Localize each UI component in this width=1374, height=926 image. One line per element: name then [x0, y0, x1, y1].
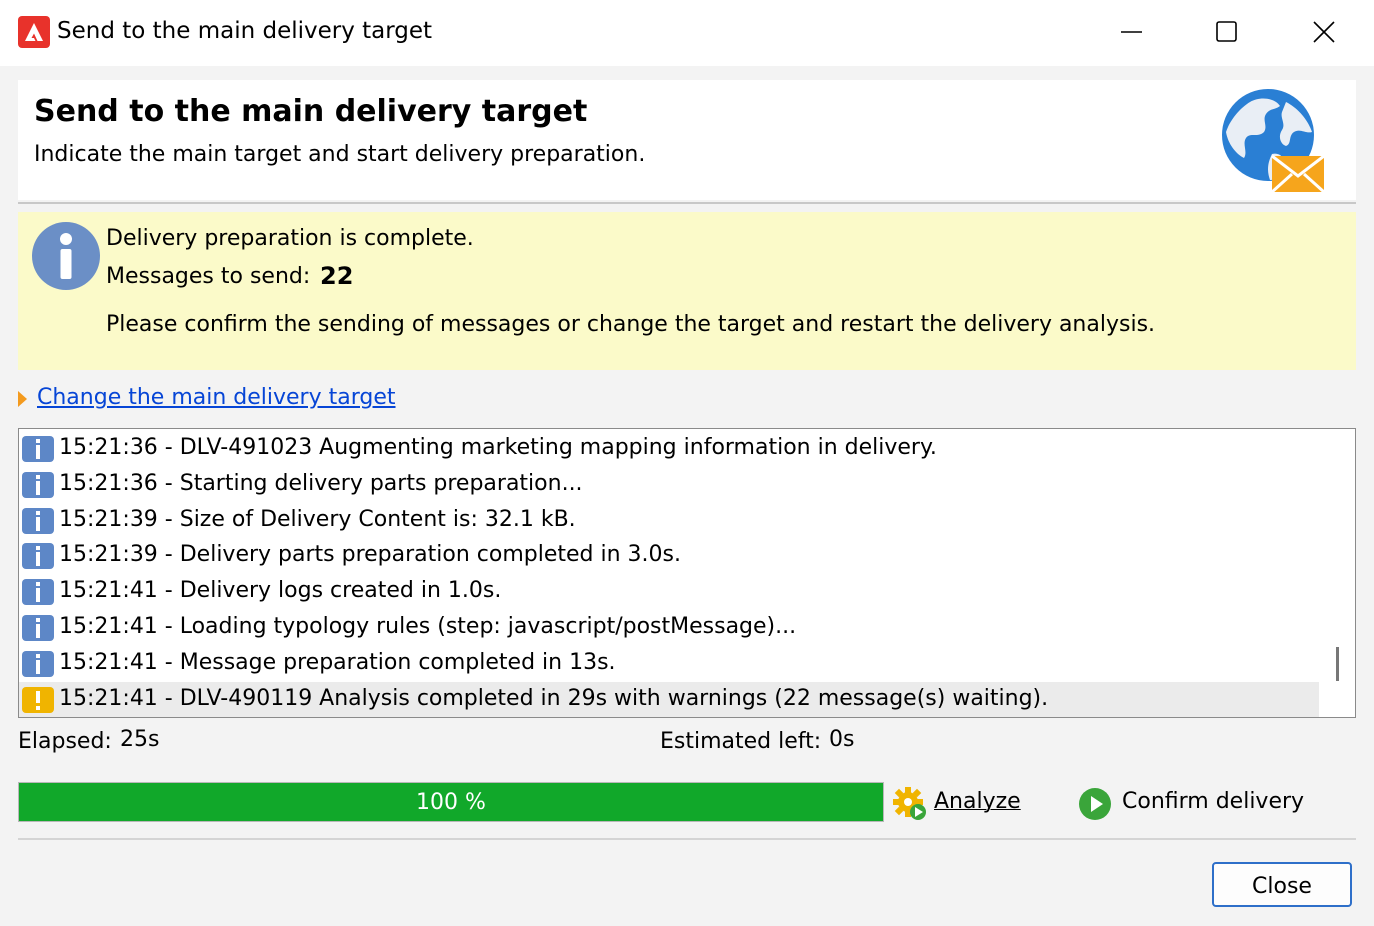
estimated-left-value: 0s — [829, 727, 855, 752]
log-text: 15:21:41 - DLV-490119 Analysis completed… — [59, 685, 1049, 711]
progress-label: 100 % — [416, 790, 486, 815]
minimize-icon — [1121, 31, 1142, 33]
analyze-label: Analyze — [934, 789, 1021, 814]
info-icon — [22, 471, 54, 498]
window-title: Send to the main delivery target — [57, 18, 433, 44]
change-target-link[interactable]: Change the main delivery target — [37, 385, 396, 410]
log-row[interactable]: 15:21:41 - Loading typology rules (step:… — [19, 610, 1319, 646]
log-row[interactable]: 15:21:41 - DLV-490119 Analysis completed… — [19, 681, 1319, 717]
page-subtitle: Indicate the main target and start deliv… — [34, 142, 646, 167]
log-row[interactable]: 15:21:41 - Delivery logs created in 1.0s… — [19, 574, 1319, 610]
log-row[interactable]: 15:21:41 - Message preparation completed… — [19, 646, 1319, 682]
minimize-button[interactable] — [1102, 10, 1162, 54]
info-icon — [22, 507, 54, 534]
analyze-button[interactable]: Analyze — [890, 784, 1040, 824]
info-icon — [22, 579, 54, 606]
confirm-delivery-label: Confirm delivery — [1122, 789, 1305, 814]
close-button[interactable]: Close — [1212, 862, 1352, 907]
close-window-button[interactable] — [1294, 10, 1354, 54]
log-list[interactable]: 15:21:36 - DLV-491023 Augmenting marketi… — [18, 428, 1356, 718]
page-title: Send to the main delivery target — [34, 94, 588, 129]
log-text: 15:21:39 - Size of Delivery Content is: … — [59, 506, 576, 532]
log-row[interactable]: 15:21:36 - DLV-491023 Augmenting marketi… — [19, 431, 1319, 467]
adobe-icon — [18, 16, 50, 48]
footer-divider — [18, 838, 1356, 840]
status-message: Delivery preparation is complete. — [106, 226, 474, 251]
status-panel: Delivery preparation is complete. Messag… — [18, 212, 1356, 370]
info-icon — [22, 650, 54, 677]
info-icon — [22, 543, 54, 570]
progress-bar: 100 % — [18, 782, 884, 822]
confirm-delivery-button[interactable]: Confirm delivery — [1078, 784, 1328, 824]
log-text: 15:21:41 - Loading typology rules (step:… — [59, 614, 797, 639]
log-row[interactable]: 15:21:39 - Size of Delivery Content is: … — [19, 503, 1319, 539]
maximize-button[interactable] — [1197, 10, 1257, 54]
log-text: 15:21:36 - DLV-491023 Augmenting marketi… — [59, 435, 937, 460]
log-text: 15:21:41 - Message preparation completed… — [59, 649, 616, 675]
info-icon — [22, 615, 54, 641]
info-icon — [32, 222, 100, 290]
status-instructions: Please confirm the sending of messages o… — [106, 312, 1156, 337]
log-text: 15:21:41 - Delivery logs created in 1.0s… — [59, 578, 502, 604]
header-panel: Send to the main delivery target Indicat… — [18, 80, 1356, 200]
log-row[interactable]: 15:21:36 - Starting delivery parts prepa… — [19, 467, 1319, 503]
arrow-right-icon — [18, 391, 27, 407]
info-icon — [22, 436, 54, 462]
log-text: 15:21:36 - Starting delivery parts prepa… — [59, 470, 583, 496]
gear-icon — [893, 787, 926, 820]
globe-mail-icon — [1222, 89, 1326, 194]
log-text: 15:21:39 - Delivery parts preparation co… — [59, 542, 681, 568]
log-row[interactable]: 15:21:39 - Delivery parts preparation co… — [19, 538, 1319, 574]
play-icon — [1079, 788, 1111, 820]
elapsed-value: 25s — [120, 727, 160, 752]
messages-count: 22 — [320, 262, 354, 290]
header-divider — [18, 202, 1356, 204]
maximize-icon — [1216, 21, 1237, 42]
scrollbar-thumb[interactable] — [1336, 647, 1339, 681]
messages-label: Messages to send: — [106, 264, 311, 289]
elapsed-label: Elapsed: — [18, 729, 112, 754]
title-bar: Send to the main delivery target — [0, 0, 1374, 66]
warning-icon — [22, 686, 54, 713]
estimated-left-label: Estimated left: — [660, 729, 822, 754]
close-icon — [1313, 21, 1335, 43]
